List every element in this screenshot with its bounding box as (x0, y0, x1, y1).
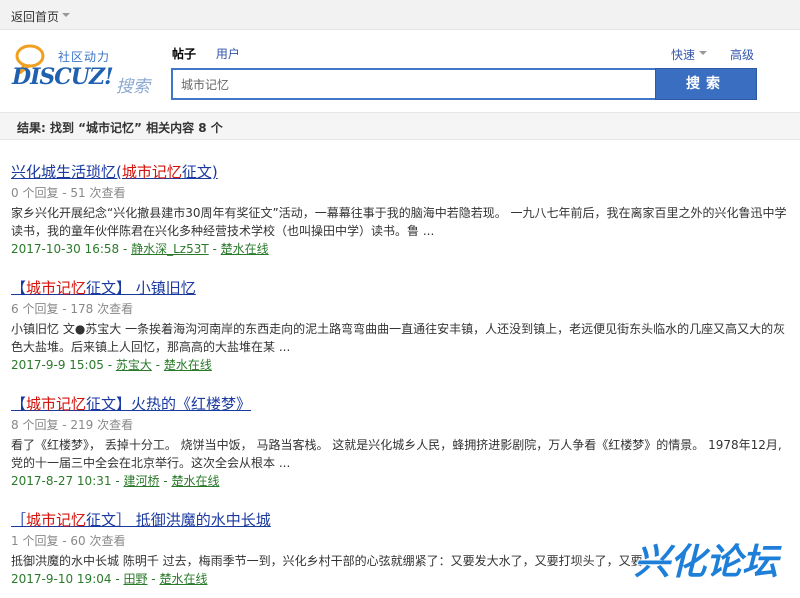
title-highlight: 城市记忆 (26, 279, 87, 297)
watermark-logo: 兴化论坛 (633, 541, 783, 584)
search-header: 社区动力 DISCUZ! 搜索 帖子 用户 快速 高级 搜索 (0, 30, 800, 110)
result-forum-link[interactable]: 楚水在线 (171, 474, 219, 488)
list-item: 【城市记忆征文】 小镇旧忆 6 个回复 - 178 次查看 小镇旧忆 文●苏宝大… (11, 276, 791, 392)
back-home-link[interactable]: 返回首页 (11, 8, 59, 25)
tab-posts[interactable]: 帖子 (172, 47, 196, 61)
svg-text:兴化论坛: 兴化论坛 (634, 542, 782, 583)
result-forum-link[interactable]: 楚水在线 (164, 358, 212, 372)
result-author-link[interactable]: 建河桥 (123, 474, 159, 488)
result-summary-bar: 结果: 找到 “城市记忆” 相关内容 8 个 (0, 112, 800, 140)
result-title-link[interactable]: ［城市记忆征文］ 抵御洪魔的水中长城 (11, 511, 271, 529)
search-button[interactable]: 搜索 (655, 68, 757, 100)
site-watermark: 兴化论坛 (630, 536, 796, 586)
search-input[interactable] (173, 70, 649, 98)
result-title-link[interactable]: 兴化城生活琐忆(城市记忆征文) (11, 163, 218, 181)
list-item: 【城市记忆征文】火热的《红楼梦》 8 个回复 - 219 次查看 看了《红楼梦》… (11, 392, 791, 508)
result-snippet: 看了《红楼梦》， 丢掉十分工。 烧饼当中饭， 马路当客栈。 这就是兴化城乡人民，… (11, 438, 782, 470)
logo-brand: DISCUZ! (12, 64, 114, 90)
result-author-link[interactable]: 静水深_Lz53T (131, 242, 209, 256)
logo-search-word: 搜索 (116, 77, 150, 97)
title-highlight: 城市记忆 (26, 395, 87, 413)
result-author-link[interactable]: 田野 (123, 572, 147, 586)
advanced-search-link[interactable]: 高级 (730, 46, 754, 63)
search-tabs: 帖子 用户 (172, 45, 256, 62)
result-meta: 8 个回复 - 219 次查看 (11, 418, 134, 432)
discuz-logo[interactable]: 社区动力 DISCUZ! 搜索 (12, 44, 162, 100)
result-footer: 2017-9-9 15:05 - 苏宝大 - 楚水在线 (11, 358, 212, 372)
result-date: 2017-8-27 10:31 (11, 474, 112, 488)
result-list: 兴化城生活琐忆(城市记忆征文) 0 个回复 - 51 次查看 家乡兴化开展纪念“… (11, 160, 791, 598)
result-snippet: 家乡兴化开展纪念“兴化撤县建市30周年有奖征文”活动，一幕幕往事于我的脑海中若隐… (11, 206, 787, 238)
result-date: 2017-9-10 19:04 (11, 572, 112, 586)
title-highlight: 城市记忆 (26, 511, 87, 529)
result-snippet: 小镇旧忆 文●苏宝大 一条挨着海沟河南岸的东西走向的泥土路弯弯曲曲一直通往安丰镇… (11, 322, 786, 354)
result-meta: 0 个回复 - 51 次查看 (11, 186, 126, 200)
result-date: 2017-9-9 15:05 (11, 358, 104, 372)
result-meta: 6 个回复 - 178 次查看 (11, 302, 134, 316)
tab-users[interactable]: 用户 (216, 47, 240, 61)
result-footer: 2017-10-30 16:58 - 静水深_Lz53T - 楚水在线 (11, 242, 269, 256)
result-forum-link[interactable]: 楚水在线 (221, 242, 269, 256)
list-item: 兴化城生活琐忆(城市记忆征文) 0 个回复 - 51 次查看 家乡兴化开展纪念“… (11, 160, 791, 276)
result-title-link[interactable]: 【城市记忆征文】火热的《红楼梦》 (11, 395, 251, 413)
logo-tagline: 社区动力 (58, 50, 111, 64)
chevron-down-icon[interactable] (699, 51, 707, 55)
quick-search-link[interactable]: 快速 (671, 46, 695, 63)
result-forum-link[interactable]: 楚水在线 (159, 572, 207, 586)
result-date: 2017-10-30 16:58 (11, 242, 120, 256)
result-summary: 结果: 找到 “城市记忆” 相关内容 8 个 (17, 121, 223, 135)
title-highlight: 城市记忆 (121, 163, 182, 181)
search-box (171, 68, 655, 100)
result-title-link[interactable]: 【城市记忆征文】 小镇旧忆 (11, 279, 196, 297)
chevron-down-icon[interactable] (62, 13, 70, 17)
result-author-link[interactable]: 苏宝大 (116, 358, 152, 372)
top-bar: 返回首页 (0, 0, 800, 30)
result-footer: 2017-8-27 10:31 - 建河桥 - 楚水在线 (11, 474, 220, 488)
